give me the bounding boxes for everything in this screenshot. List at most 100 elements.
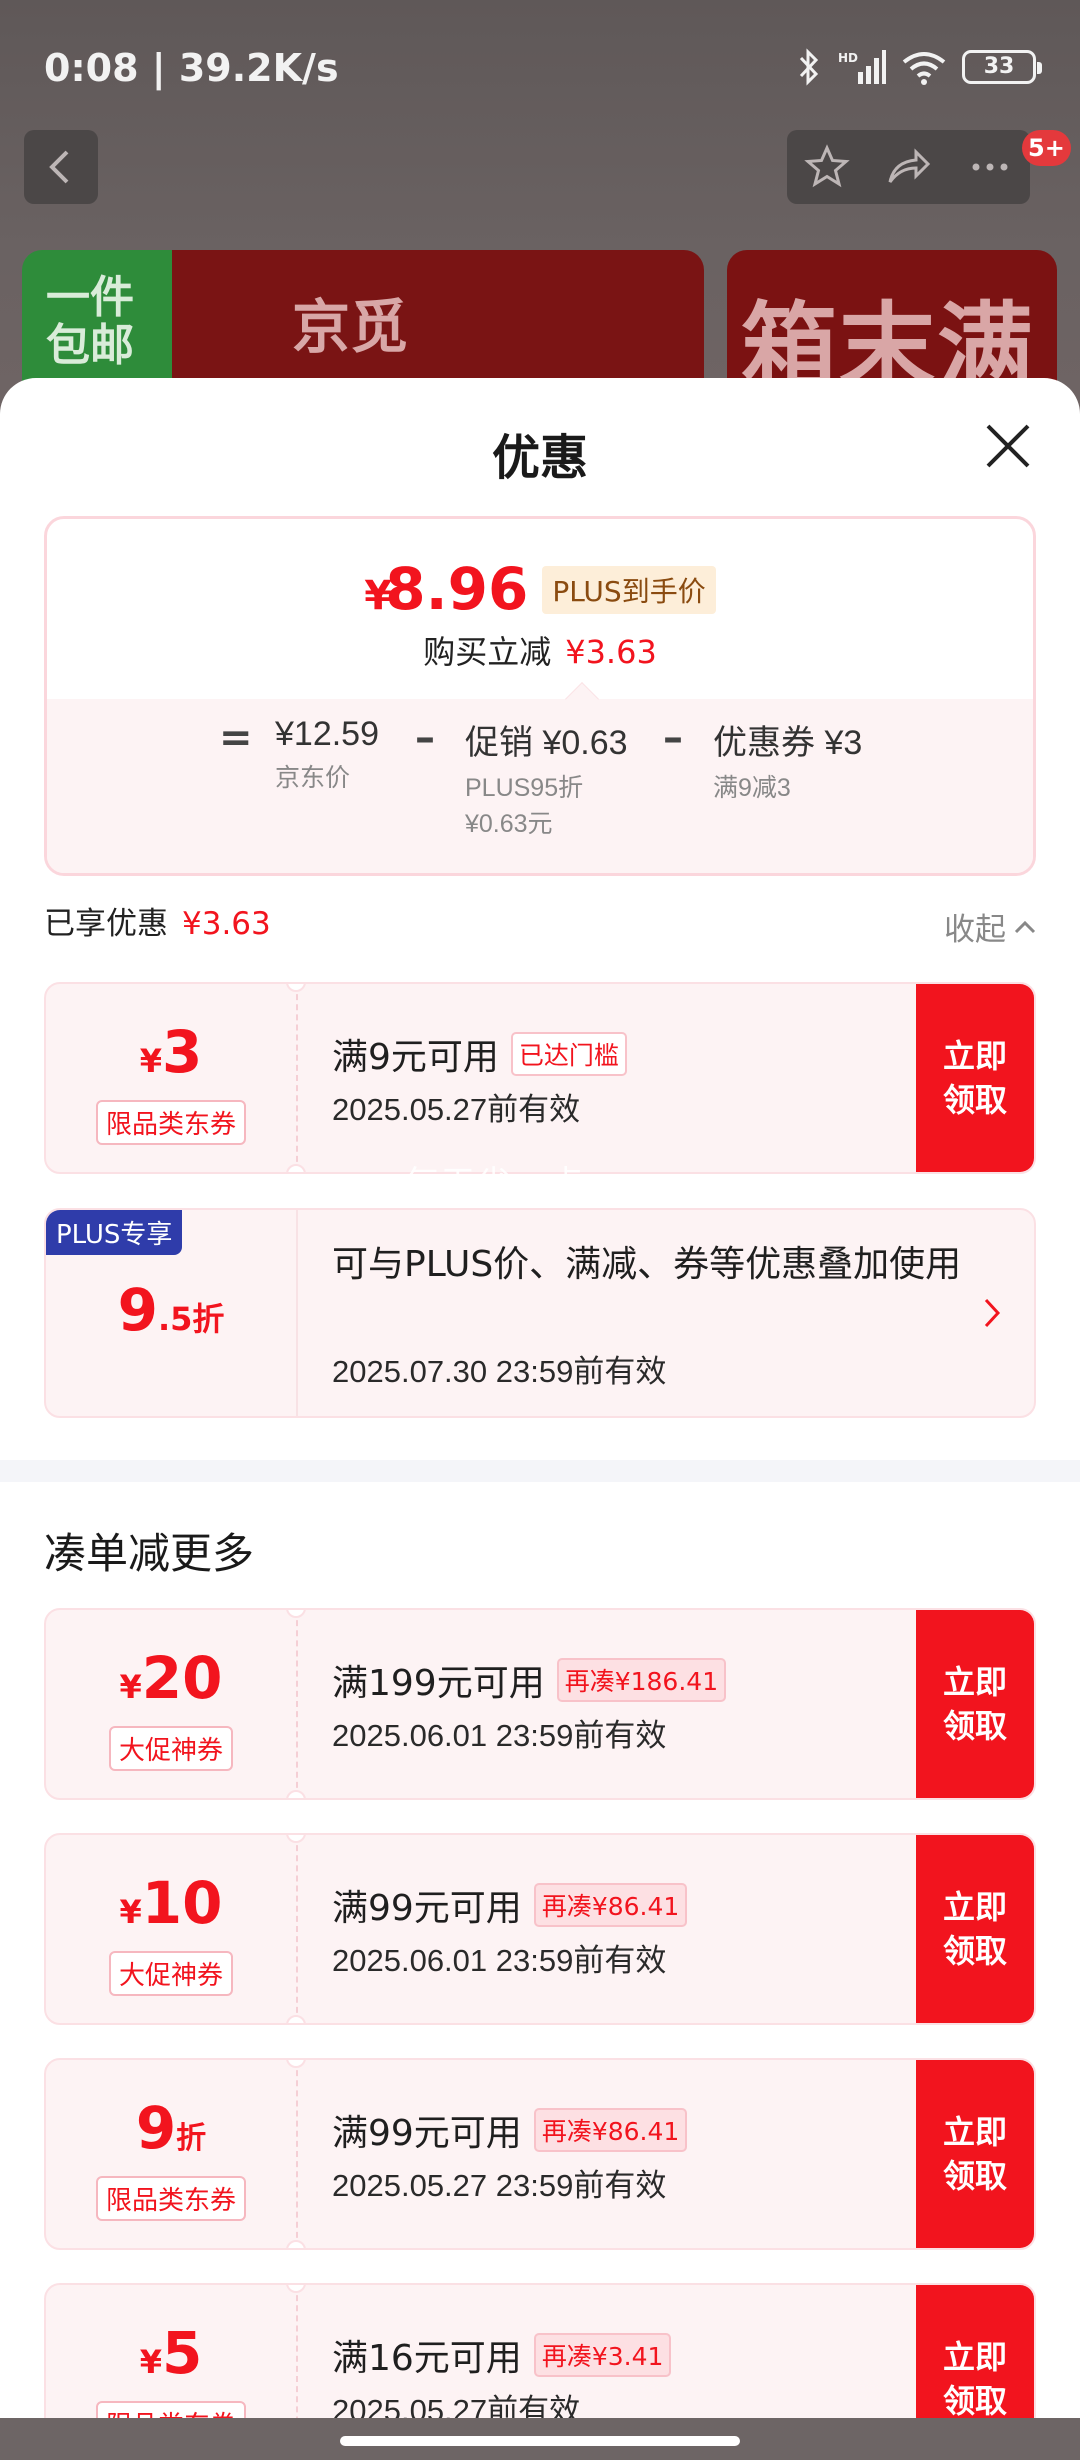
coupon-type: 大促神券 <box>46 1951 296 1996</box>
minus-sign: – <box>415 715 435 761</box>
claim-button-label: 立即领取 <box>942 1663 1007 1745</box>
coupon-amount-number: 20 <box>141 1644 223 1712</box>
coupon-amount: ¥3 <box>46 1018 296 1086</box>
claim-button[interactable]: 立即领取 <box>916 2060 1034 2248</box>
coupon-currency: ¥ <box>119 1893 142 1931</box>
coupon-divider <box>296 1835 298 2023</box>
coupon-validity: 2025.05.27前有效 <box>332 2393 581 2418</box>
coupon-validity: 2025.05.27前有效 <box>332 1092 581 1127</box>
final-price: 8.96 <box>385 555 529 623</box>
claim-button[interactable]: 立即领取 <box>916 1610 1034 1798</box>
plus-discount-amount: 9.5折 <box>46 1276 296 1344</box>
coupon-amount-number: 10 <box>141 1869 223 1937</box>
more-icon[interactable] <box>967 144 1013 190</box>
coupon-condition: 满99元可用 再凑¥86.41 <box>332 2104 688 2156</box>
coupon-condition-text: 满9元可用 <box>332 1037 499 1078</box>
plus-validity: 2025.07.30 23:59前有效 <box>332 1354 667 1389</box>
plus-description: 可与PLUS价、满减、券等优惠叠加使用 <box>332 1244 962 1285</box>
claim-button[interactable]: 立即领取 <box>916 1835 1034 2023</box>
coupon-card: ¥20 大促神券 满199元可用 再凑¥186.41 2025.06.01 23… <box>44 1608 1036 1800</box>
coupon-validity: 2025.05.27 23:59前有效 <box>332 2168 667 2203</box>
watermark: 每天省一点 <box>405 1164 585 1204</box>
coupon-item: 优惠券 ¥3 满9减3 <box>713 715 862 806</box>
close-icon[interactable] <box>982 420 1034 472</box>
coupon-divider <box>296 1610 298 1798</box>
plus-discount-number: 9 <box>117 1276 158 1344</box>
share-icon[interactable] <box>884 144 932 190</box>
section-divider <box>0 1460 1080 1482</box>
claim-button[interactable]: 立即领取 <box>916 2285 1034 2418</box>
jd-price-value: ¥12.59 <box>275 715 379 753</box>
chevron-up-icon <box>1014 920 1036 933</box>
coupon-unit: 折 <box>176 2121 207 2156</box>
reduce-label: 购买立减 <box>423 633 552 671</box>
coupon-currency: ¥ <box>139 2343 162 2381</box>
coupon-type-label: 限品类东券 <box>95 2401 246 2418</box>
plus-discount-decimal: .5折 <box>157 1300 225 1338</box>
coupon-amount-number: 5 <box>161 2319 203 2387</box>
plus-discount-card[interactable]: PLUS专享 9.5折 可与PLUS价、满减、券等优惠叠加使用 2025.07.… <box>44 1208 1036 1418</box>
claim-button-label: 立即领取 <box>942 2338 1007 2418</box>
coupon-amount: ¥5 <box>46 2319 296 2387</box>
sheet-title: 优惠 <box>491 430 588 486</box>
top-up-tag: 再凑¥186.41 <box>556 1658 727 1702</box>
coupon-amount: ¥10 <box>46 1869 296 1937</box>
more-section-title: 凑单减更多 <box>44 1529 255 1578</box>
status-icons: HD 33 <box>796 48 1042 86</box>
reduce-row: 购买立减 ¥3.63 <box>47 627 1033 673</box>
claim-button-label: 立即领取 <box>942 1888 1007 1970</box>
back-icon <box>49 150 69 184</box>
coupon-value: 优惠券 ¥3 <box>713 724 863 762</box>
coupon-notch <box>286 1164 306 1172</box>
star-icon[interactable] <box>804 144 850 190</box>
banner-brand-text: 京觅 <box>292 293 409 361</box>
svg-text:HD: HD <box>838 51 858 65</box>
collapse-button[interactable]: 收起 <box>944 904 1036 949</box>
coupon-divider <box>296 2060 298 2248</box>
coupon-condition: 满16元可用 再凑¥3.41 <box>332 2329 672 2381</box>
enjoyed-value: ¥3.63 <box>182 906 271 942</box>
coupon-type-label: 大促神券 <box>108 1951 233 1996</box>
coupon-condition: 满199元可用 再凑¥186.41 <box>332 1654 727 1706</box>
coupon-type: 限品类东券 <box>46 2176 296 2221</box>
threshold-reached-tag: 已达门槛 <box>510 1032 627 1076</box>
coupon-card: 9折 限品类东券 满99元可用 再凑¥86.41 2025.05.27 23:5… <box>44 2058 1036 2250</box>
message-badge: 5+ <box>1022 130 1071 166</box>
coupon-validity: 2025.06.01 23:59前有效 <box>332 1718 667 1753</box>
status-time: 0:08 | 39.2K/s <box>44 46 339 90</box>
coupon-card: ¥5 限品类东券 满16元可用 再凑¥3.41 2025.05.27前有效 立即… <box>44 2283 1036 2418</box>
top-up-tag: 再凑¥86.41 <box>533 2108 688 2152</box>
home-indicator[interactable] <box>340 2436 740 2446</box>
coupon-currency: ¥ <box>139 1042 162 1080</box>
coupon-card: ¥10 大促神券 满99元可用 再凑¥86.41 2025.06.01 23:5… <box>44 1833 1036 2025</box>
signal-icon: HD <box>838 50 886 84</box>
coupon-currency: ¥ <box>119 1668 142 1706</box>
coupon-type: 限品类东券 <box>46 1100 296 1145</box>
promo-item: 促销 ¥0.63 PLUS95折 ¥0.63元 <box>465 715 628 842</box>
coupon-condition-text: 满16元可用 <box>332 2338 522 2379</box>
coupon-amount: 9折 <box>46 2094 296 2162</box>
coupon-amount-number: 9 <box>135 2094 177 2162</box>
coupon-divider <box>296 2285 298 2418</box>
enjoyed-discount: 已享优惠 ¥3.63 <box>44 898 271 943</box>
coupon-type: 限品类东券 <box>46 2401 296 2418</box>
coupon-card: ¥3 限品类东券 满9元可用 已达门槛 2025.05.27前有效 立即领取 <box>44 982 1036 1174</box>
back-button[interactable] <box>24 130 98 204</box>
jd-price-label: 京东价 <box>275 764 351 792</box>
promo-amount: ¥0.63元 <box>465 810 553 838</box>
claim-button[interactable]: 立即领取 <box>916 984 1034 1172</box>
coupon-condition-text: 满99元可用 <box>332 2113 522 2154</box>
battery-indicator: 33 <box>962 50 1042 84</box>
wifi-icon <box>902 52 946 85</box>
coupon-notch <box>286 2240 306 2248</box>
coupon-condition: 满9元可用 已达门槛 <box>332 1028 627 1080</box>
equals-sign: = <box>219 715 253 761</box>
coupon-notch <box>286 1790 306 1798</box>
coupon-type-label: 限品类东券 <box>95 2176 246 2221</box>
price-summary-card: ¥ 8.96 PLUS到手价 购买立减 ¥3.63 = ¥12.59 京东价 – … <box>44 516 1036 876</box>
enjoyed-label: 已享优惠 <box>44 906 168 942</box>
plus-divider <box>296 1210 298 1416</box>
top-up-tag: 再凑¥86.41 <box>533 1883 688 1927</box>
final-price-row: ¥ 8.96 PLUS到手价 <box>47 555 1033 623</box>
coupon-amount-number: 3 <box>161 1018 203 1086</box>
